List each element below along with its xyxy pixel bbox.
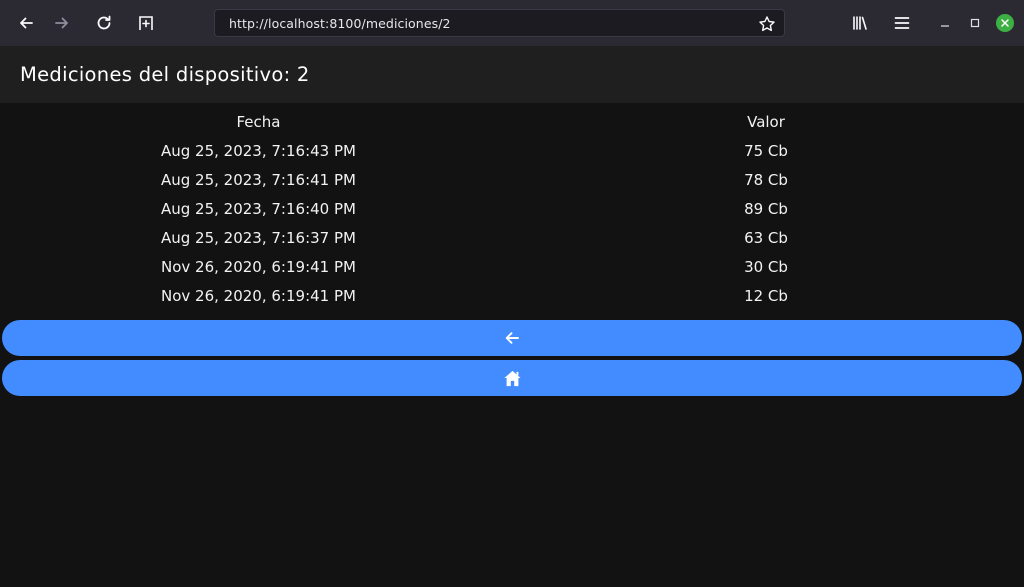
cell-fecha: Aug 25, 2023, 7:16:40 PM xyxy=(161,200,356,218)
bookmark-star-icon[interactable] xyxy=(758,15,776,33)
cell-valor: 12 Cb xyxy=(744,287,788,305)
table-row: Nov 26, 2020, 6:19:41 PM 30 Cb xyxy=(0,253,1024,282)
window-minimize-button[interactable] xyxy=(935,13,955,33)
maximize-icon xyxy=(970,18,980,28)
cell-valor: 89 Cb xyxy=(744,200,788,218)
column-header-valor: Valor xyxy=(747,113,785,131)
arrow-right-icon xyxy=(55,17,68,29)
hamburger-menu-icon xyxy=(894,17,910,29)
back-button[interactable] xyxy=(2,320,1022,356)
cell-valor: 75 Cb xyxy=(744,142,788,160)
menu-button[interactable] xyxy=(890,11,914,35)
window-maximize-button[interactable] xyxy=(965,13,985,33)
table-row: Aug 25, 2023, 7:16:41 PM 78 Cb xyxy=(0,166,1024,195)
close-icon xyxy=(996,14,1014,32)
cell-fecha: Aug 25, 2023, 7:16:37 PM xyxy=(161,229,356,247)
reload-icon xyxy=(97,15,111,30)
home-button[interactable] xyxy=(2,360,1022,396)
cell-fecha: Nov 26, 2020, 6:19:41 PM xyxy=(161,258,356,276)
page-title: Mediciones del dispositivo: 2 xyxy=(20,63,310,86)
window-close-button[interactable] xyxy=(995,13,1015,33)
new-tab-icon xyxy=(139,16,153,30)
browser-back-button[interactable] xyxy=(14,11,38,35)
cell-fecha: Nov 26, 2020, 6:19:41 PM xyxy=(161,287,356,305)
browser-new-tab-button[interactable] xyxy=(134,11,158,35)
column-header-fecha: Fecha xyxy=(236,113,281,131)
table-row: Aug 25, 2023, 7:16:43 PM 75 Cb xyxy=(0,137,1024,166)
table-header-row: Fecha Valor xyxy=(0,108,1024,137)
cell-valor: 30 Cb xyxy=(744,258,788,276)
arrow-left-icon xyxy=(20,17,33,29)
url-text[interactable]: http://localhost:8100/mediciones/2 xyxy=(229,16,451,31)
minimize-icon xyxy=(941,25,949,27)
browser-reload-button[interactable] xyxy=(92,11,116,35)
cell-fecha: Aug 25, 2023, 7:16:41 PM xyxy=(161,171,356,189)
measurements-table: Fecha Valor Aug 25, 2023, 7:16:43 PM 75 … xyxy=(0,108,1024,311)
table-row: Nov 26, 2020, 6:19:41 PM 12 Cb xyxy=(0,282,1024,311)
home-icon xyxy=(503,370,521,386)
app-toolbar: Mediciones del dispositivo: 2 xyxy=(0,46,1024,103)
library-button[interactable] xyxy=(848,11,872,35)
library-icon xyxy=(853,16,867,30)
table-row: Aug 25, 2023, 7:16:40 PM 89 Cb xyxy=(0,195,1024,224)
address-bar[interactable]: http://localhost:8100/mediciones/2 xyxy=(214,9,785,37)
browser-forward-button[interactable] xyxy=(50,11,74,35)
cell-valor: 63 Cb xyxy=(744,229,788,247)
cell-fecha: Aug 25, 2023, 7:16:43 PM xyxy=(161,142,356,160)
browser-toolbar: http://localhost:8100/mediciones/2 xyxy=(0,0,1024,46)
arrow-back-icon xyxy=(505,332,519,344)
table-row: Aug 25, 2023, 7:16:37 PM 63 Cb xyxy=(0,224,1024,253)
cell-valor: 78 Cb xyxy=(744,171,788,189)
